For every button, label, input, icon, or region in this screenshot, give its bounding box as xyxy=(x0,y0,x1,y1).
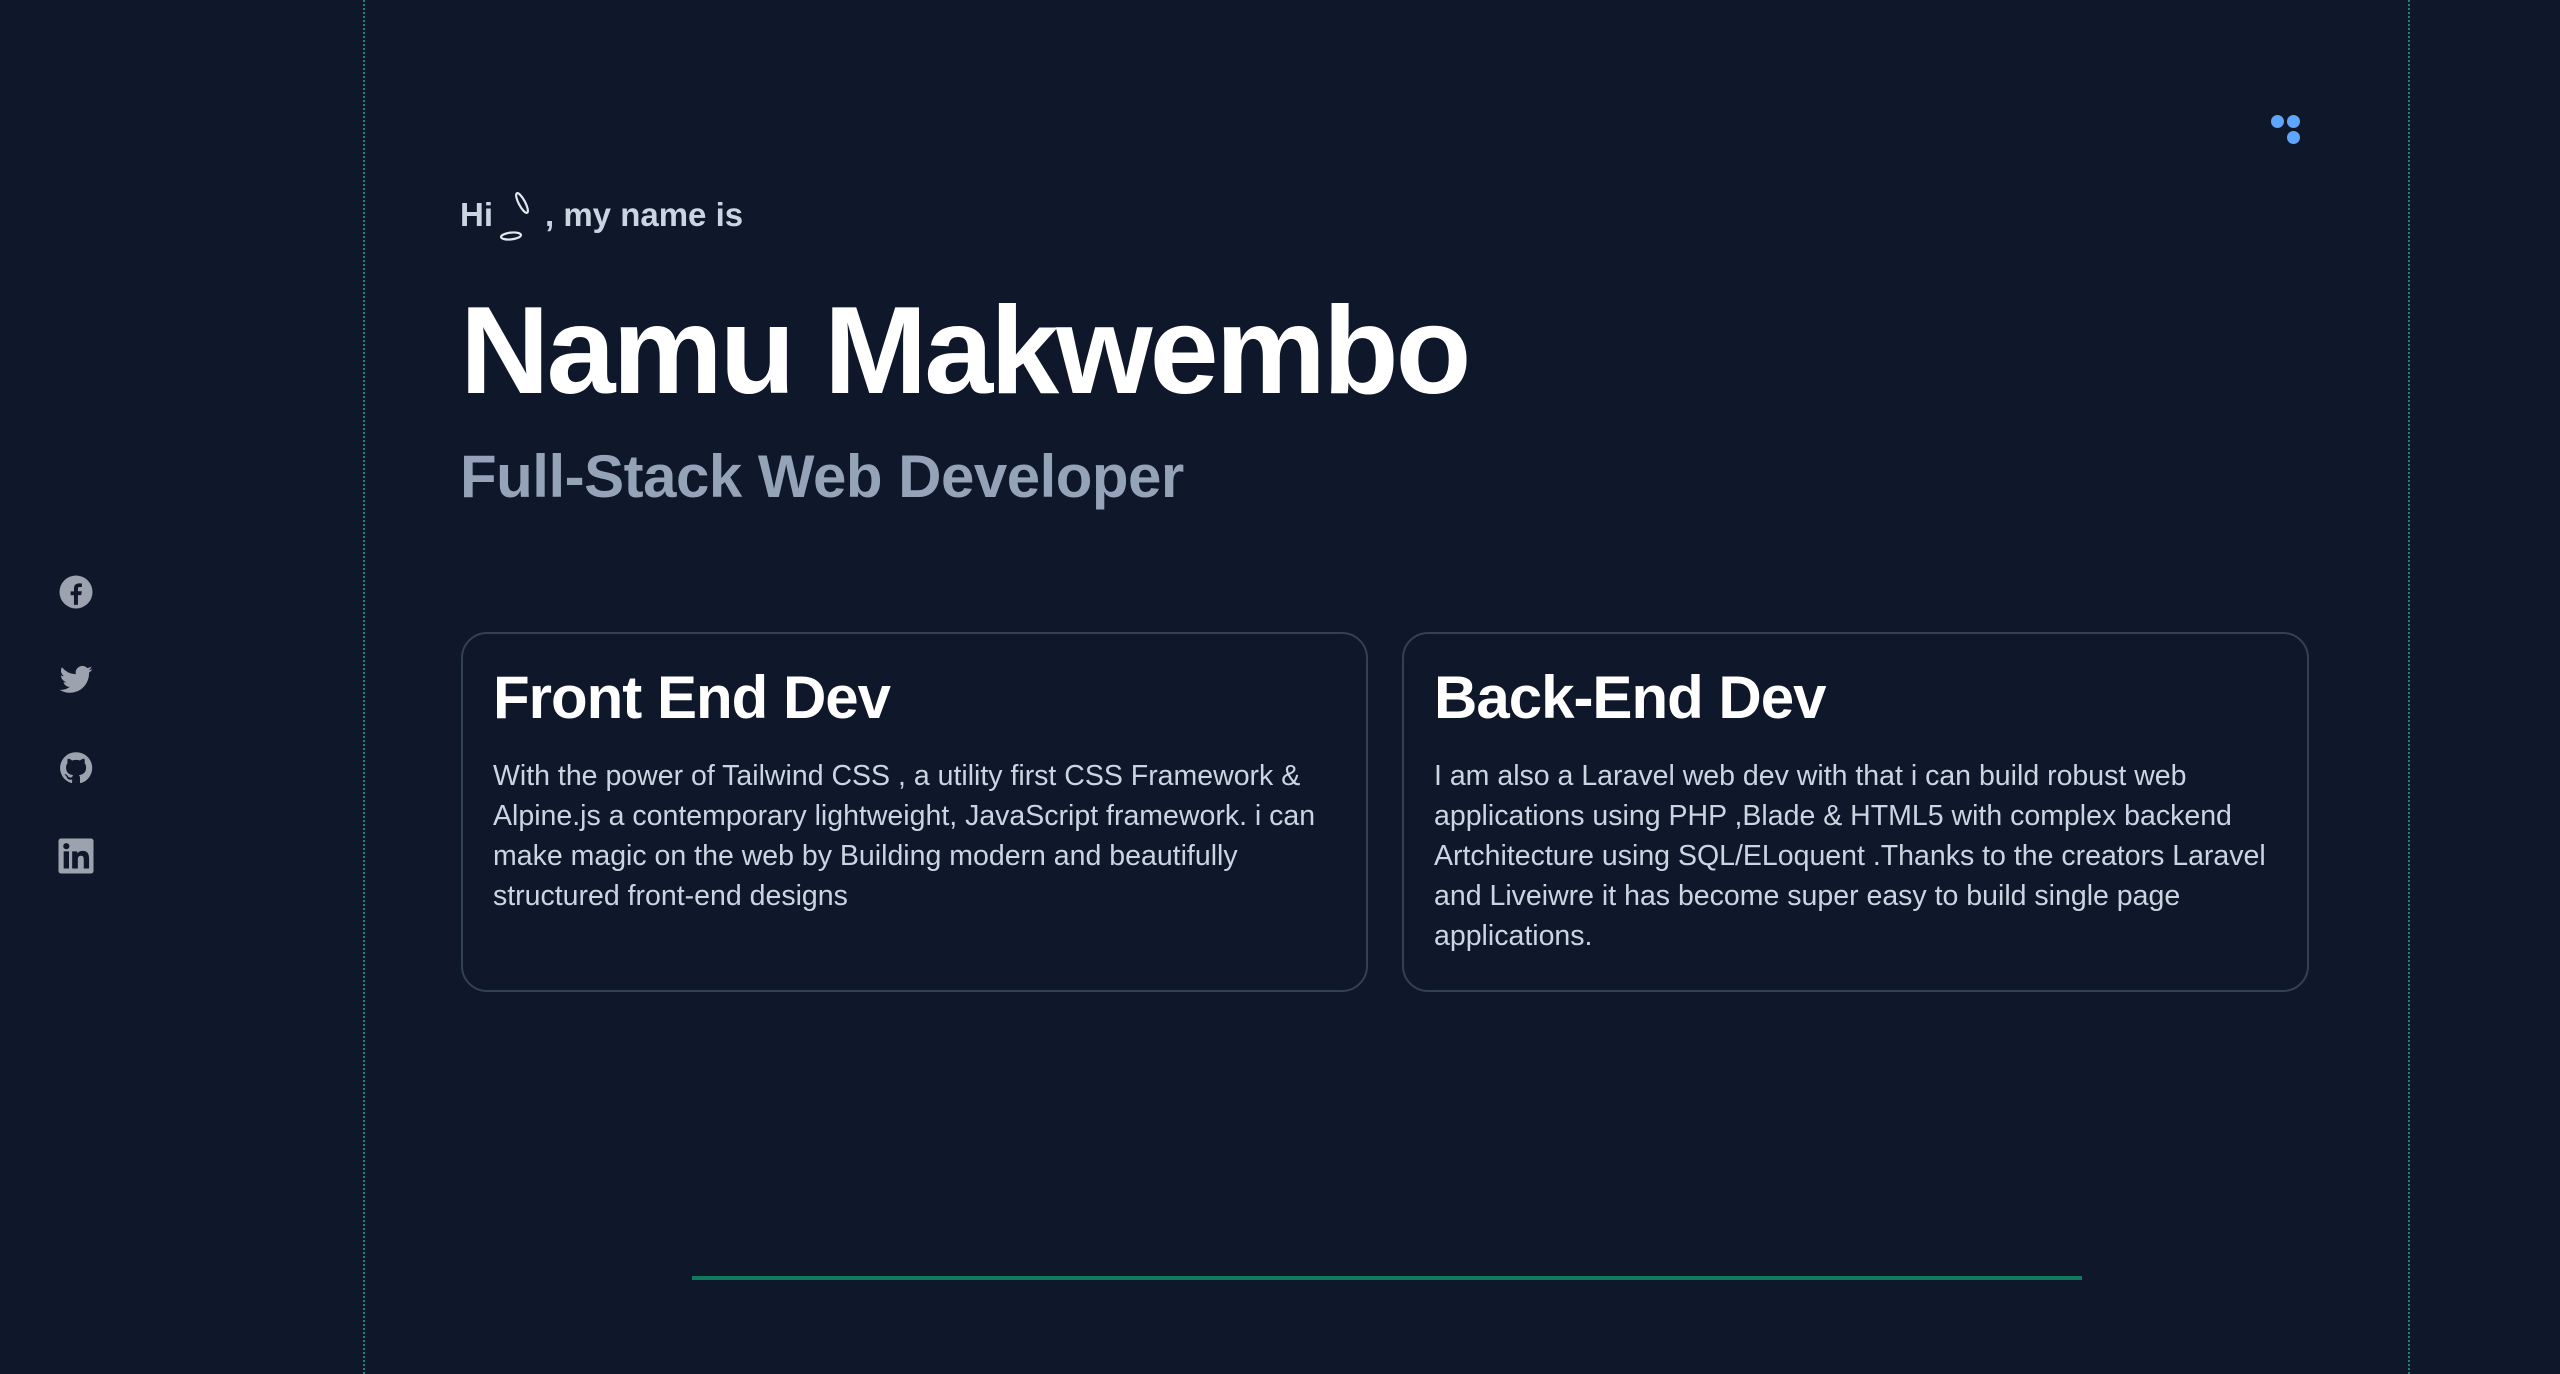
greeting-suffix: , my name is xyxy=(545,196,744,233)
wave-icon xyxy=(495,182,545,248)
twitter-icon xyxy=(59,665,93,693)
backend-card: Back-End Dev I am also a Laravel web dev… xyxy=(1402,632,2309,992)
github-link[interactable] xyxy=(54,746,98,790)
social-sidebar xyxy=(54,570,98,878)
greeting-prefix: Hi xyxy=(460,196,493,233)
right-guide-line xyxy=(2408,0,2410,1374)
card-title: Back-End Dev xyxy=(1434,664,1826,731)
card-body: I am also a Laravel web dev with that i … xyxy=(1434,760,2266,952)
twitter-link[interactable] xyxy=(54,658,98,702)
name-title: Namu Makwembo xyxy=(460,282,1471,420)
hero-section: Hi , my name is Namu Makwembo Full-Stack… xyxy=(460,180,2310,510)
menu-button[interactable] xyxy=(2262,108,2310,156)
card-title: Front End Dev xyxy=(493,664,891,731)
left-guide-line xyxy=(363,0,365,1374)
role-subtitle: Full-Stack Web Developer xyxy=(460,443,1184,510)
linkedin-link[interactable] xyxy=(54,834,98,878)
linkedin-icon xyxy=(58,838,94,874)
facebook-link[interactable] xyxy=(54,570,98,614)
github-icon xyxy=(60,752,93,784)
footer-divider xyxy=(692,1276,2082,1280)
greeting: Hi , my name is xyxy=(460,180,2310,250)
card-body: With the power of Tailwind CSS , a utili… xyxy=(493,760,1316,912)
skills-cards: Front End Dev With the power of Tailwind… xyxy=(461,632,2313,992)
frontend-card: Front End Dev With the power of Tailwind… xyxy=(461,632,1368,992)
facebook-icon xyxy=(59,575,93,609)
